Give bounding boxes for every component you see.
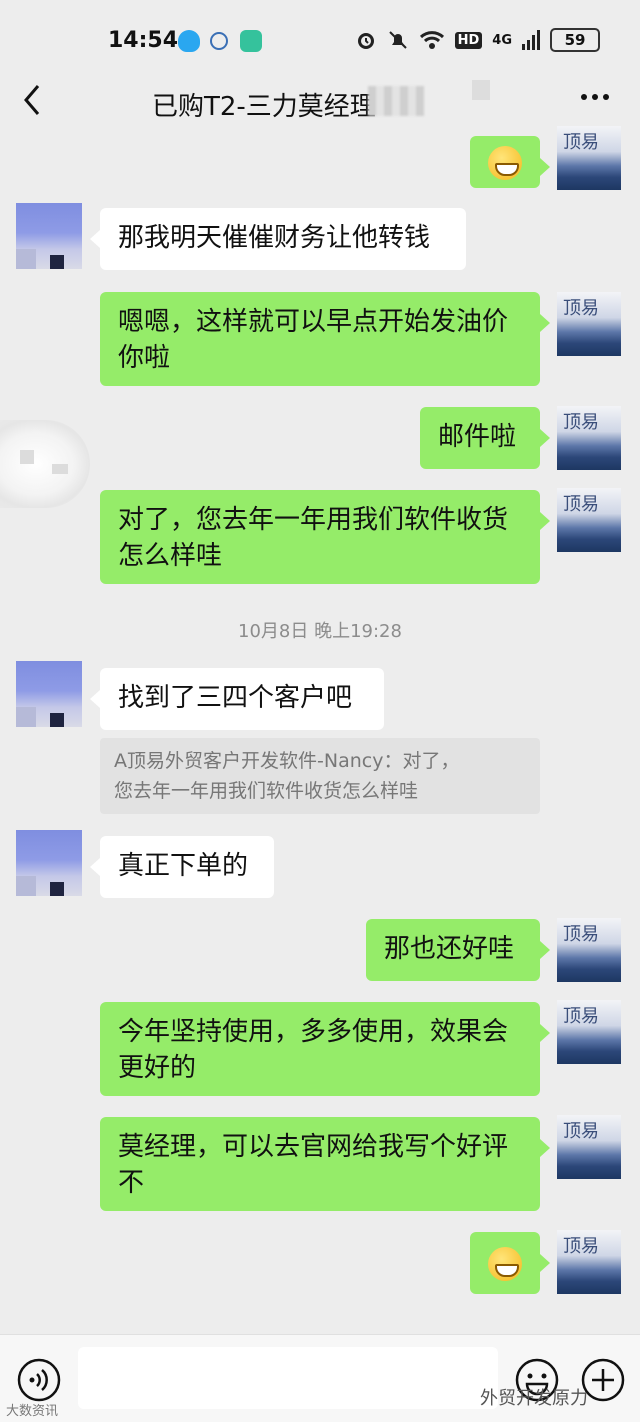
avatar[interactable]: 顶易 [557, 1230, 621, 1294]
avatar[interactable]: 顶易 [557, 918, 621, 982]
avatar[interactable] [16, 830, 82, 896]
message-text-line: 怎么样哇 [118, 541, 223, 571]
message-bubble[interactable]: 今年坚持使用，多多使用，效果会 更好的 [100, 1002, 550, 1096]
message-text-line: 不 [118, 1168, 145, 1198]
grin-emoji-icon [488, 1246, 522, 1281]
title-blur-block [472, 80, 490, 100]
battery-indicator: 59 [550, 28, 600, 52]
message-text-line: 今年坚持使用，多多使用，效果会 [118, 1017, 509, 1047]
watermark-left: 大数资讯 [6, 1404, 59, 1419]
message-text: 邮件啦 [438, 422, 517, 452]
avatar[interactable]: 顶易 [557, 292, 621, 356]
message-bubble-emoji[interactable] [470, 136, 550, 188]
avatar[interactable] [16, 661, 82, 727]
message-text: 找到了三四个客户吧 [118, 683, 353, 713]
title-blur [368, 86, 424, 116]
cloud-icon [210, 32, 228, 50]
message-input[interactable] [78, 1347, 498, 1409]
message-text-line: 对了，您去年一年用我们软件收货 [118, 505, 509, 535]
message-bubble[interactable]: 对了，您去年一年用我们软件收货 怎么样哇 [100, 490, 550, 584]
chat-timestamp: 10月8日 晚上19:28 [238, 621, 402, 642]
alarm-icon [357, 33, 374, 49]
signal-label: 4G [492, 32, 512, 48]
avatar-glyph: 顶易 [563, 494, 599, 515]
avatar-glyph: 顶易 [563, 298, 599, 319]
message-text-line: 更好的 [118, 1053, 197, 1083]
back-icon[interactable] [18, 82, 48, 118]
hd-badge: HD [454, 31, 483, 49]
avatar-glyph: 顶易 [563, 1236, 599, 1257]
avatar[interactable]: 顶易 [557, 488, 621, 552]
signal-icon [522, 30, 540, 50]
avatar[interactable]: 顶易 [557, 1115, 621, 1179]
message-bubble[interactable]: 那也还好哇 [366, 919, 550, 981]
message-text-line: 莫经理，可以去官网给我写个好评 [118, 1132, 509, 1162]
blurred-avatar [0, 420, 90, 508]
avatar-glyph: 顶易 [563, 412, 599, 433]
voice-icon[interactable] [16, 1357, 62, 1403]
message-bubble[interactable]: 嗯嗯，这样就可以早点开始发油价 你啦 [100, 292, 550, 386]
message-bubble[interactable]: 邮件啦 [420, 407, 550, 469]
message-bubble[interactable]: 真正下单的 [90, 836, 274, 898]
avatar[interactable]: 顶易 [557, 406, 621, 470]
message-text: 真正下单的 [118, 851, 249, 881]
message-bubble-emoji[interactable] [470, 1232, 550, 1294]
qq-icon [178, 30, 200, 52]
avatar-glyph: 顶易 [563, 132, 599, 153]
message-text: 那我明天催催财务让他转钱 [118, 223, 431, 253]
status-bar: 14:54 HD 4G 59 [0, 0, 640, 80]
grin-emoji-icon [488, 145, 522, 180]
chat-title: 已购T2-三力莫经理 [152, 92, 376, 122]
avatar[interactable] [16, 203, 82, 269]
message-text: 那也还好哇 [384, 934, 515, 964]
message-bubble[interactable]: 那我明天催催财务让他转钱 [90, 208, 466, 270]
quoted-reply[interactable]: A顶易外贸客户开发软件-Nancy：对了， 您去年一年用我们软件收货怎么样哇 [100, 738, 540, 814]
title-bar: 已购T2-三力莫经理 [0, 70, 640, 132]
avatar[interactable]: 顶易 [557, 1000, 621, 1064]
more-icon[interactable] [580, 92, 610, 102]
avatar-glyph: 顶易 [563, 1006, 599, 1027]
avatar[interactable]: 顶易 [557, 126, 621, 190]
message-text-line: 你啦 [118, 343, 171, 373]
wifi-icon [419, 31, 444, 49]
quote-line: 您去年一年用我们软件收货怎么样哇 [114, 780, 419, 802]
avatar-glyph: 顶易 [563, 1121, 599, 1142]
app-icon [240, 30, 262, 52]
message-bubble[interactable]: 找到了三四个客户吧 [90, 668, 384, 730]
status-time: 14:54 [108, 28, 179, 53]
message-text-line: 嗯嗯，这样就可以早点开始发油价 [118, 307, 509, 337]
watermark-right: 外贸开发原力 [480, 1388, 588, 1409]
mute-icon [388, 31, 407, 49]
avatar-glyph: 顶易 [563, 924, 599, 945]
message-bubble[interactable]: 莫经理，可以去官网给我写个好评 不 [100, 1117, 550, 1211]
quote-line: A顶易外贸客户开发软件-Nancy：对了， [114, 750, 460, 772]
status-icons: HD 4G 59 [355, 28, 600, 52]
